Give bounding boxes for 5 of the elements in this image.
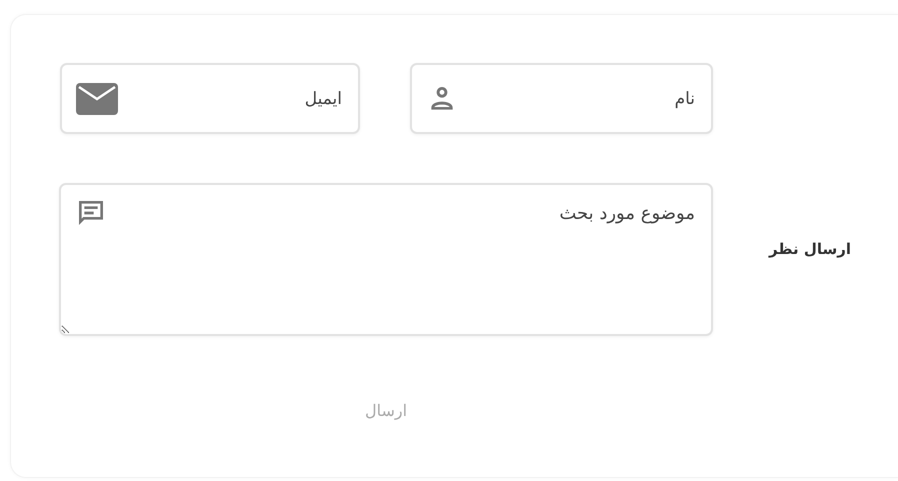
envelope-icon (76, 82, 118, 114)
email-field[interactable]: ایمیل (60, 63, 360, 134)
section-label: ارسال نظر (769, 240, 851, 258)
message-field[interactable]: موضوع مورد بحث (59, 183, 713, 336)
name-field[interactable]: نام (410, 63, 713, 134)
